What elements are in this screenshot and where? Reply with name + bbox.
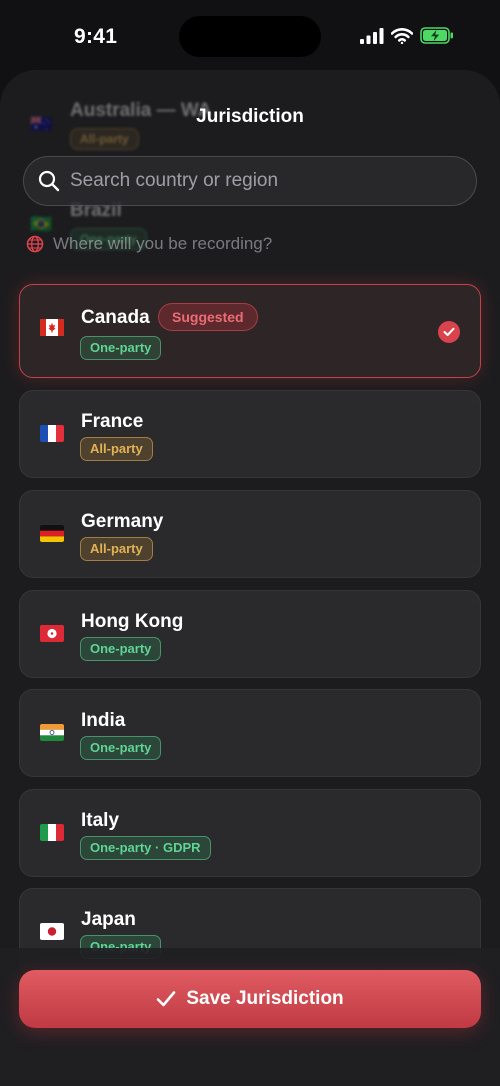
country-row-france[interactable]: France All-party <box>19 390 481 478</box>
country-row-canada[interactable]: Canada Suggested One-party <box>19 284 481 378</box>
consent-badge: One-party <box>80 736 162 760</box>
flag-icon: 🇧🇷 <box>30 214 53 234</box>
country-row-germany[interactable]: Germany All-party <box>19 490 481 578</box>
status-bar: 9:41 <box>0 0 500 70</box>
italy-flag-icon <box>40 824 64 841</box>
save-jurisdiction-button[interactable]: Save Jurisdiction <box>19 970 481 1028</box>
battery-charging-icon <box>420 27 453 44</box>
consent-badge: One-party <box>80 637 162 661</box>
france-flag-icon <box>40 425 64 442</box>
consent-badge: One-party · GDPR <box>80 836 211 860</box>
country-name: India <box>81 710 126 731</box>
selected-check-icon <box>438 321 460 343</box>
save-button-label: Save Jurisdiction <box>186 988 344 1009</box>
canada-flag-icon <box>40 319 64 336</box>
country-name: Canada <box>81 307 150 328</box>
dynamic-island <box>179 16 321 57</box>
wifi-icon <box>391 27 413 44</box>
bottom-action-bar: Save Jurisdiction <box>0 948 500 1086</box>
suggested-badge: Suggested <box>158 303 258 331</box>
search-bar[interactable] <box>23 156 477 206</box>
country-name: Hong Kong <box>81 611 184 632</box>
cellular-signal-icon <box>360 27 384 44</box>
status-icons <box>360 27 454 44</box>
country-name: Japan <box>81 909 136 930</box>
globe-icon <box>26 235 44 253</box>
japan-flag-icon <box>40 923 64 940</box>
germany-flag-icon <box>40 525 64 542</box>
country-name: Germany <box>81 511 164 532</box>
india-flag-icon <box>40 724 64 741</box>
country-row-hong-kong[interactable]: Hong Kong One-party <box>19 590 481 678</box>
jurisdiction-sheet: 🇦🇺 Australia — WA All-party 🇧🇷 Brazil On… <box>0 70 500 1086</box>
search-input[interactable] <box>70 170 476 192</box>
checkmark-icon <box>157 991 176 1007</box>
consent-badge: All-party <box>80 437 153 461</box>
country-name: Italy <box>81 810 120 831</box>
search-icon <box>38 170 60 192</box>
prompt-text: Where will you be recording? <box>53 234 273 253</box>
country-row-india[interactable]: India One-party <box>19 689 481 777</box>
hong-kong-flag-icon <box>40 625 64 642</box>
consent-badge: One-party <box>80 336 162 360</box>
consent-badge: All-party <box>80 537 153 561</box>
recording-location-prompt: Where will you be recording? <box>26 234 272 254</box>
page-title: Jurisdiction <box>196 106 304 127</box>
ghost-consent-badge: All-party <box>70 128 139 150</box>
status-time: 9:41 <box>74 25 118 48</box>
country-name: France <box>81 411 144 432</box>
country-row-italy[interactable]: Italy One-party · GDPR <box>19 789 481 877</box>
